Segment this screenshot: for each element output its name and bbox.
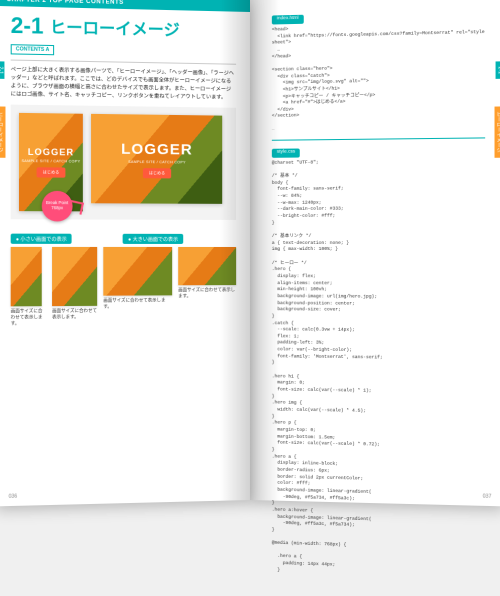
thumb-headings: ● 小さい画面での表示 ● 大きい画面での表示 [11, 234, 236, 244]
intro-paragraph: ページ上部に大きく表示する画像パーツで、「ヒーローイメージ」、「ヘッダー画像」、… [11, 66, 236, 102]
file-tag-html: index.html [272, 15, 304, 25]
side-tab-title: ヒーローイメージ [0, 106, 5, 157]
hero-logo: LOGGER [28, 147, 74, 158]
code-html: <head> <link href="https://fonts.googlea… [272, 23, 485, 121]
page-number-left: 036 [9, 494, 18, 500]
hero-tagline: SAMPLE SITE / CATCH COPY [22, 159, 81, 164]
breakpoint-badge: Break Point 768px [42, 191, 73, 222]
page-number-right: 037 [483, 494, 492, 500]
ellipsis: … [272, 124, 485, 133]
side-tab-section: 2-1 [0, 61, 4, 79]
code-divider [272, 137, 485, 140]
hero-cta: はじめる [143, 168, 171, 178]
code-css: @charset "UTF-8"; /* 基本 */ body { font-f… [272, 159, 485, 581]
hero-cta: はじめる [37, 168, 66, 178]
thumb-mobile-1 [11, 247, 42, 306]
side-tab-section: 2-1 [496, 61, 500, 79]
section-number: 2-1 [11, 14, 44, 37]
thumb-caption: 画面サイズに合わせて表示します。 [11, 308, 46, 326]
side-tab-title: ヒーローイメージ [495, 106, 500, 157]
book-page-right: 2-1 ヒーローイメージ index.html <head> <link hre… [250, 0, 500, 506]
code-area: index.html <head> <link href="https://fo… [250, 0, 500, 596]
book-page-left: CHAPTER 2 TOP PAGE CONTENTS 2-1 ヒーローイメージ… [0, 0, 250, 506]
thumb-caption: 画面サイズに合わせて表示します。 [178, 287, 236, 299]
thumb-caption: 画面サイズに合わせて表示します。 [52, 308, 97, 320]
thumb-desktop-2 [178, 247, 236, 285]
thumb-mobile-2 [52, 247, 97, 306]
contents-tag: CONTENTS A [11, 44, 55, 55]
section-title: ヒーローイメージ [50, 18, 180, 40]
thumb-caption: 画面サイズに合わせて表示します。 [103, 298, 172, 310]
file-tag-css: style.css [272, 148, 300, 157]
thumb-row: 画面サイズに合わせて表示します。 画面サイズに合わせて表示します。 画面サイズに… [11, 247, 236, 326]
thumb-desktop-1 [103, 247, 172, 296]
hero-logo: LOGGER [121, 140, 193, 158]
divider [11, 60, 236, 65]
thumb-label-large: ● 大きい画面での表示 [123, 234, 183, 244]
hero-tagline: SAMPLE SITE / CATCH COPY [128, 160, 186, 165]
left-content: 2-1 ヒーローイメージ CONTENTS A ページ上部に大きく表示する画像パ… [0, 6, 250, 333]
hero-sample-stage: LOGGER SAMPLE SITE / CATCH COPY はじめる LOG… [11, 105, 236, 220]
hero-sample-desktop: LOGGER SAMPLE SITE / CATCH COPY はじめる [91, 114, 222, 204]
thumb-label-small: ● 小さい画面での表示 [11, 234, 72, 244]
